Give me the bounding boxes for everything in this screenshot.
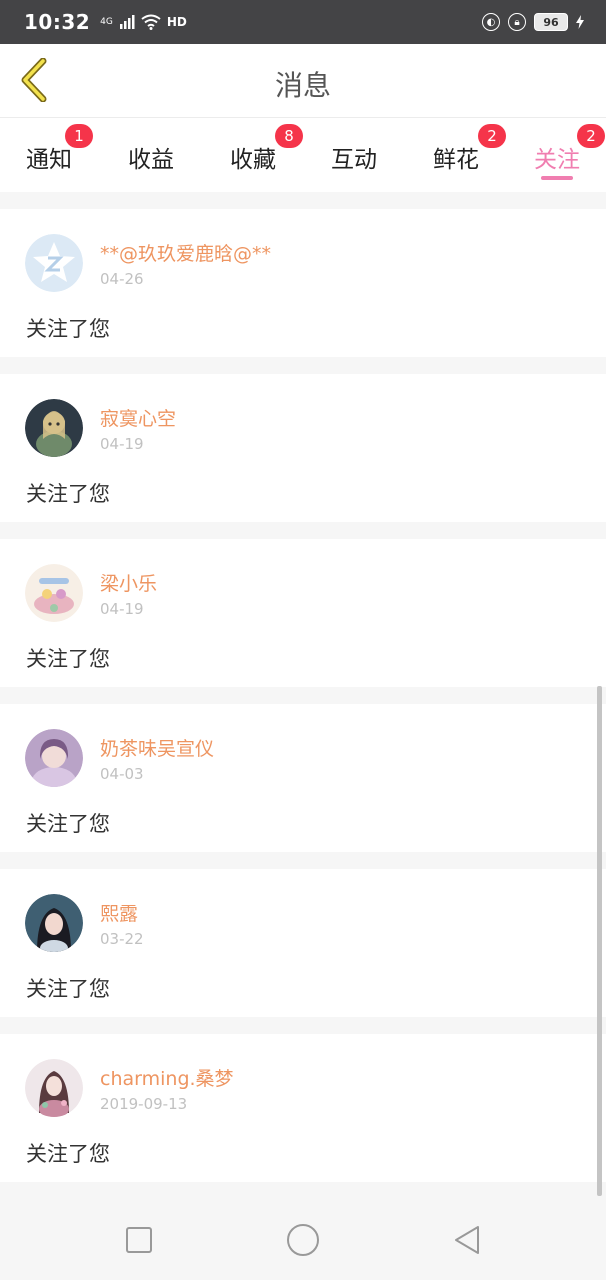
tab-favorites[interactable]: 收藏 8 — [213, 124, 303, 182]
action-text: 关注了您 — [26, 812, 110, 836]
square-icon — [126, 1227, 152, 1253]
tab-label: 收益 — [128, 147, 174, 173]
user-name[interactable]: charming.桑梦 — [100, 1064, 234, 1091]
home-button[interactable] — [285, 1222, 321, 1258]
tab-follows[interactable]: 关注 2 — [517, 124, 605, 182]
triangle-back-icon — [455, 1226, 479, 1254]
tab-bar: 通知 1 收益 收藏 8 互动 鲜花 2 关注 2 — [0, 118, 606, 192]
avatar-image — [25, 564, 83, 622]
list-item[interactable]: **@玖玖爱鹿晗@** 04-26 关注了您 — [0, 209, 606, 357]
rotation-lock-icon: 🔒︎ — [508, 13, 526, 31]
avatar-image — [25, 894, 83, 952]
scrollbar[interactable] — [597, 686, 602, 1196]
list-item[interactable]: 熙露 03-22 关注了您 — [0, 869, 606, 1017]
tab-label: 收藏 — [230, 147, 276, 173]
action-text: 关注了您 — [26, 482, 110, 506]
tab-label: 鲜花 — [433, 147, 479, 173]
tab-earnings[interactable]: 收益 — [111, 128, 191, 182]
page-title: 消息 — [274, 69, 331, 102]
tab-badge: 2 — [478, 124, 506, 148]
avatar[interactable] — [25, 564, 83, 622]
user-name[interactable]: 梁小乐 — [100, 569, 157, 596]
avatar-image — [25, 729, 83, 787]
status-time: 10:32 — [24, 10, 91, 34]
tab-flowers[interactable]: 鲜花 2 — [416, 124, 506, 182]
recent-apps-button[interactable] — [121, 1222, 157, 1258]
battery-icon: 96 — [534, 13, 568, 31]
list-item[interactable]: 奶茶味吴宣仪 04-03 关注了您 — [0, 704, 606, 852]
avatar[interactable] — [25, 234, 83, 292]
user-name[interactable]: 寂寞心空 — [100, 404, 176, 431]
list-item[interactable]: 寂寞心空 04-19 关注了您 — [0, 374, 606, 522]
list-item[interactable]: charming.桑梦 2019-09-13 关注了您 — [0, 1034, 606, 1182]
user-name[interactable]: 熙露 — [100, 899, 138, 926]
eye-comfort-icon: ◐ — [482, 13, 500, 31]
message-date: 04-03 — [100, 765, 144, 783]
tab-notifications[interactable]: 通知 1 — [9, 124, 93, 182]
list-item[interactable]: 梁小乐 04-19 关注了您 — [0, 539, 606, 687]
tab-badge: 8 — [275, 124, 303, 148]
avatar[interactable] — [25, 894, 83, 952]
header: 消息 — [0, 44, 606, 118]
tab-label: 互动 — [331, 147, 377, 173]
tab-badge: 2 — [577, 124, 605, 148]
system-back-button[interactable] — [449, 1222, 485, 1258]
user-name[interactable]: **@玖玖爱鹿晗@** — [100, 239, 271, 266]
status-bar: 10:32 4G HD ◐ 🔒︎ 96 — [0, 0, 606, 44]
default-avatar-icon — [25, 234, 83, 292]
signal-icon — [119, 15, 135, 29]
circle-icon — [287, 1224, 319, 1256]
avatar-image — [25, 1059, 83, 1117]
charging-icon — [576, 15, 584, 29]
wifi-icon — [141, 14, 161, 30]
action-text: 关注了您 — [26, 1142, 110, 1166]
action-text: 关注了您 — [26, 647, 110, 671]
tab-label: 通知 — [26, 147, 72, 173]
message-date: 04-19 — [100, 600, 144, 618]
system-nav-bar — [0, 1198, 606, 1280]
tab-badge: 1 — [65, 124, 93, 148]
avatar[interactable] — [25, 1059, 83, 1117]
action-text: 关注了您 — [26, 317, 110, 341]
status-left: 10:32 4G HD — [24, 10, 187, 34]
action-text: 关注了您 — [26, 977, 110, 1001]
network-type: 4G — [100, 17, 113, 27]
status-right: ◐ 🔒︎ 96 — [482, 13, 584, 31]
avatar[interactable] — [25, 729, 83, 787]
message-date: 04-26 — [100, 270, 144, 288]
hd-icon: HD — [166, 15, 187, 29]
status-icons: 4G HD — [100, 14, 187, 30]
message-date: 03-22 — [100, 930, 144, 948]
tab-interactions[interactable]: 互动 — [314, 128, 394, 182]
message-date: 2019-09-13 — [100, 1095, 188, 1113]
avatar-image — [25, 399, 83, 457]
active-tab-indicator — [541, 176, 573, 180]
user-name[interactable]: 奶茶味吴宣仪 — [100, 734, 214, 761]
message-date: 04-19 — [100, 435, 144, 453]
avatar[interactable] — [25, 399, 83, 457]
